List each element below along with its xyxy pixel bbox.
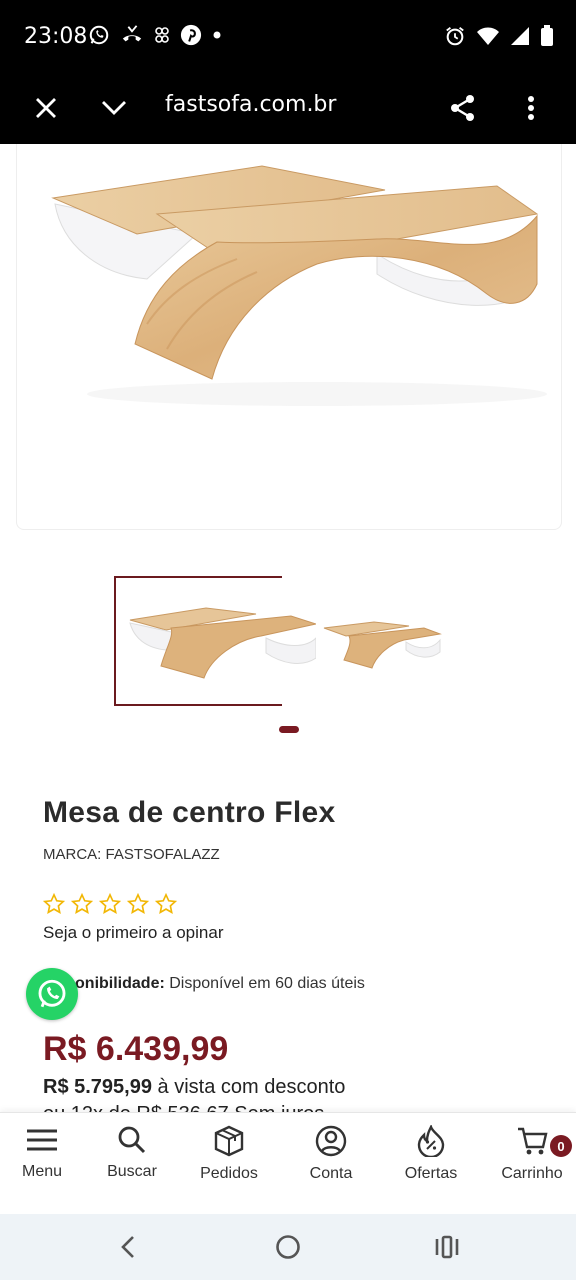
home-icon	[276, 1235, 300, 1259]
star-icon	[127, 893, 149, 914]
star-icon	[99, 893, 121, 914]
cash-price-value: R$ 5.795,99	[43, 1076, 152, 1098]
box-icon	[214, 1125, 244, 1157]
coffee-table-image	[51, 165, 547, 406]
share-button[interactable]	[445, 90, 481, 126]
product-price: R$ 6.439,99	[43, 1030, 229, 1068]
more-notifications-dot	[213, 31, 221, 39]
close-tab-button[interactable]	[28, 90, 64, 126]
system-status-icons	[444, 25, 554, 47]
system-recents-button[interactable]	[427, 1232, 467, 1262]
cart-icon	[518, 1127, 548, 1155]
page-url[interactable]: fastsofa.com.br	[165, 92, 336, 117]
cart-count-badge: 0	[550, 1135, 572, 1157]
nav-label: Carrinho	[501, 1165, 563, 1182]
chevron-down-icon	[102, 101, 126, 115]
nav-menu[interactable]: Menu	[0, 1125, 87, 1181]
minimize-button[interactable]	[96, 90, 132, 126]
whatsapp-notification-icon	[89, 25, 109, 45]
thumbnail-1[interactable]	[114, 576, 318, 706]
wifi-icon	[477, 27, 499, 45]
menu-icon	[27, 1129, 57, 1151]
product-main-image[interactable]	[16, 144, 562, 530]
star-icon	[155, 893, 177, 914]
whatsapp-button[interactable]	[26, 968, 78, 1020]
availability-label: onibilidade:	[75, 975, 165, 992]
system-back-button[interactable]	[108, 1232, 148, 1262]
nav-label: Ofertas	[404, 1165, 458, 1182]
availability-value: Disponível em 60 dias úteis	[169, 975, 365, 992]
availability: Disponibilidade: Disponível em 60 dias ú…	[43, 975, 365, 993]
more-vertical-icon	[528, 96, 534, 120]
app-notification-icon	[155, 27, 169, 43]
nav-conta[interactable]: Conta	[286, 1125, 376, 1183]
whatsapp-icon	[38, 979, 66, 1008]
search-icon	[118, 1126, 146, 1154]
system-home-button[interactable]	[268, 1232, 308, 1262]
image-thumbnails	[114, 576, 454, 706]
status-bar: 23:08	[0, 0, 576, 72]
bottom-navigation: Menu Buscar Pedidos Conta Ofertas Carrin…	[0, 1112, 576, 1214]
back-icon	[121, 1236, 134, 1258]
status-time: 23:08	[24, 24, 88, 49]
product-brand: MARCA: FASTSOFALAZZ	[43, 846, 220, 863]
recents-icon	[435, 1235, 459, 1259]
more-options-button[interactable]	[513, 90, 549, 126]
product-title: Mesa de centro Flex	[43, 796, 336, 829]
thumbnail-2[interactable]	[314, 606, 444, 676]
offer-icon	[417, 1125, 445, 1157]
nav-label: Pedidos	[200, 1165, 258, 1182]
thumbnail-image	[323, 621, 442, 669]
missed-call-icon	[122, 25, 142, 42]
share-icon	[451, 95, 474, 121]
nav-label: Conta	[309, 1165, 353, 1182]
star-icon	[71, 893, 93, 914]
cash-price-text: à vista com desconto	[157, 1076, 346, 1098]
nav-label: Menu	[21, 1163, 63, 1180]
thumbnail-image	[129, 607, 318, 679]
star-icon	[43, 893, 65, 914]
alarm-icon	[446, 27, 464, 46]
nav-buscar[interactable]: Buscar	[87, 1125, 177, 1181]
account-icon	[315, 1125, 347, 1157]
pinterest-icon	[180, 24, 202, 46]
review-prompt-link[interactable]: Seja o primeiro a opinar	[43, 923, 223, 943]
notification-icons	[88, 24, 222, 46]
system-navigation-bar	[0, 1214, 576, 1280]
nav-label: Buscar	[107, 1163, 157, 1180]
battery-icon	[541, 25, 553, 46]
rating-stars[interactable]	[43, 893, 177, 915]
signal-icon	[511, 27, 529, 45]
carousel-indicator	[279, 726, 299, 733]
close-icon	[36, 98, 56, 118]
cash-price: R$ 5.795,99 à vista com desconto	[43, 1076, 345, 1099]
nav-pedidos[interactable]: Pedidos	[184, 1125, 274, 1183]
nav-ofertas[interactable]: Ofertas	[386, 1125, 476, 1183]
browser-toolbar: fastsofa.com.br	[0, 72, 576, 144]
